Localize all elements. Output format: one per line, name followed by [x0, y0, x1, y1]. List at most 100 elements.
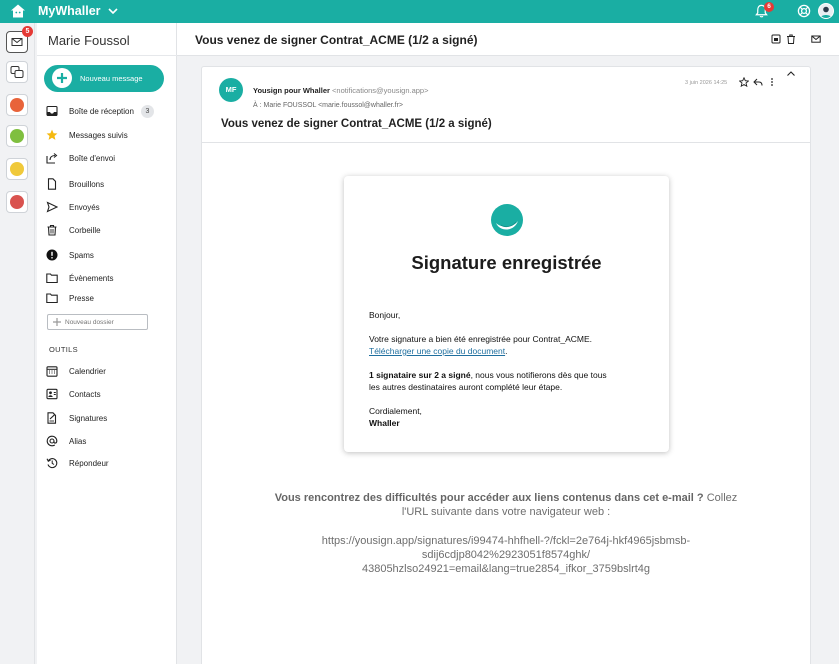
folder-label: Presse: [69, 294, 94, 303]
draft-icon: [47, 178, 57, 190]
download-link[interactable]: Télécharger une copie du document: [369, 346, 505, 356]
user-avatar[interactable]: [818, 3, 834, 19]
footer-url-line: https://yousign.app/signatures/i99474-hh…: [321, 535, 691, 547]
footer-help-bold: Vous rencontrez des difficultés pour acc…: [274, 492, 704, 504]
email-signature: Whaller: [369, 418, 400, 428]
folder-outbox[interactable]: Boîte d'envoi: [46, 150, 174, 168]
tool-label: Calendrier: [69, 367, 106, 376]
folder-drafts[interactable]: Brouillons: [46, 176, 174, 194]
space-button-1[interactable]: [6, 94, 28, 116]
email-status-line: 1 signataire sur 2 a signé, nous vous no…: [369, 369, 607, 381]
status-bold: 1 signataire sur 2 a signé: [369, 370, 471, 380]
star-outline-icon[interactable]: [739, 77, 749, 87]
divider: [202, 142, 810, 143]
mail-sidebar: Marie Foussol Nouveau message Boîte de r…: [37, 23, 177, 664]
email-heading: Signature enregistrée: [411, 252, 602, 273]
sender-avatar: MF: [219, 78, 243, 102]
divider: [37, 55, 177, 56]
space-button-4[interactable]: [6, 191, 28, 213]
email-download-line: Télécharger une copie du document.: [369, 345, 507, 357]
folder-label: Boîte de réception: [69, 107, 134, 116]
folder-spam[interactable]: Spams: [46, 247, 174, 265]
folder-trash[interactable]: Corbeille: [46, 222, 174, 240]
signature-icon: [47, 412, 57, 424]
space-logo-icon: [10, 98, 24, 112]
tool-calendar[interactable]: Calendrier: [46, 363, 174, 381]
reply-icon[interactable]: [753, 77, 763, 87]
new-folder-field[interactable]: [47, 314, 148, 330]
new-message-button[interactable]: Nouveau message: [44, 65, 164, 92]
app-rail: 5: [0, 23, 35, 664]
calendar-icon: [46, 366, 58, 377]
more-options-icon[interactable]: [767, 77, 777, 87]
recipient-line: À : Marie FOUSSOL <marie.foussol@whaller…: [253, 102, 404, 109]
email-line: Votre signature a bien été enregistrée p…: [369, 334, 593, 344]
sender-name[interactable]: Yousign pour Whaller: [253, 86, 330, 95]
new-folder-input[interactable]: [65, 316, 145, 328]
folder-icon: [46, 293, 58, 304]
person-icon: [820, 6, 832, 18]
tool-label: Contacts: [69, 390, 101, 399]
notifications-badge: 6: [764, 2, 774, 12]
folder-icon: [46, 273, 58, 284]
email-content-card: Signature enregistrée Bonjour, Votre sig…: [344, 176, 669, 452]
sender-line: Yousign pour Whaller <notifications@yous…: [253, 86, 428, 95]
home-icon[interactable]: [10, 3, 26, 19]
tool-contacts[interactable]: Contacts: [46, 386, 174, 404]
footer-help-line2: l'URL suivante dans votre navigateur web…: [401, 506, 611, 518]
spam-icon: [46, 249, 58, 261]
folder-inbox[interactable]: Boîte de réception 3: [46, 103, 174, 121]
folder-label: Brouillons: [69, 180, 105, 189]
footer-url-line: sdij6cdjp8042%2923051f8574ghk/: [421, 549, 591, 561]
archive-icon[interactable]: [771, 34, 781, 44]
tool-label: Répondeur: [69, 459, 109, 468]
footer-url-line: 43805hzlso24921=email&lang=true2854_ifko…: [361, 563, 651, 575]
tools-section-title: OUTILS: [49, 345, 78, 354]
mail-unread-badge: 5: [22, 26, 33, 37]
folder-label: Messages suivis: [69, 131, 128, 140]
folder-sent[interactable]: Envoyés: [46, 199, 174, 217]
space-button-2[interactable]: [6, 125, 28, 147]
trash-icon: [47, 224, 57, 236]
folder-label: Évènements: [69, 274, 114, 283]
plus-icon: [52, 68, 72, 88]
chat-app-button[interactable]: [6, 61, 28, 83]
footer-help-rest: Collez: [703, 492, 738, 504]
tool-label: Alias: [69, 437, 87, 446]
message-view: Vous venez de signer Contrat_ACME (1/2 a…: [177, 23, 839, 664]
space-logo-icon: [10, 195, 24, 209]
folder-label: Corbeille: [69, 226, 101, 235]
plus-icon: [53, 318, 61, 326]
tool-signatures[interactable]: Signatures: [46, 410, 174, 428]
outbox-icon: [46, 153, 58, 164]
chevron-down-icon[interactable]: [107, 5, 119, 17]
envelope-icon[interactable]: [811, 34, 821, 44]
unread-count-badge: 3: [141, 105, 154, 118]
footer-url[interactable]: https://yousign.app/signatures/i99474-hh…: [202, 534, 810, 576]
thread-subject: Vous venez de signer Contrat_ACME (1/2 a…: [195, 33, 478, 47]
folder-events[interactable]: Évènements: [46, 270, 174, 288]
space-logo-icon: [10, 162, 24, 176]
account-name[interactable]: Marie Foussol: [48, 33, 130, 48]
folder-label: Boîte d'envoi: [69, 154, 116, 163]
star-icon: [46, 129, 58, 140]
tool-autoreply[interactable]: Répondeur: [46, 455, 174, 473]
autoreply-icon: [46, 458, 58, 469]
message-date: 3 juin 2026 14:25: [685, 80, 728, 86]
message-card: MF Yousign pour Whaller <notifications@y…: [201, 66, 811, 664]
new-message-label: Nouveau message: [80, 74, 143, 83]
download-link-suffix: .: [505, 346, 508, 356]
app-name[interactable]: MyWhaller: [38, 4, 101, 18]
folder-press[interactable]: Presse: [46, 290, 174, 308]
folder-followed[interactable]: Messages suivis: [46, 127, 174, 145]
folder-label: Envoyés: [69, 203, 100, 212]
email-greeting: Bonjour,: [369, 310, 401, 320]
tool-alias[interactable]: Alias: [46, 433, 174, 451]
trash-icon[interactable]: [786, 34, 796, 44]
at-icon: [46, 435, 58, 447]
help-lifebuoy-icon[interactable]: [797, 4, 811, 18]
space-button-3[interactable]: [6, 158, 28, 180]
chevron-up-icon[interactable]: [786, 69, 796, 79]
message-title: Vous venez de signer Contrat_ACME (1/2 a…: [221, 118, 492, 130]
email-status-line-2: les autres destinataires auront complété…: [369, 382, 563, 392]
